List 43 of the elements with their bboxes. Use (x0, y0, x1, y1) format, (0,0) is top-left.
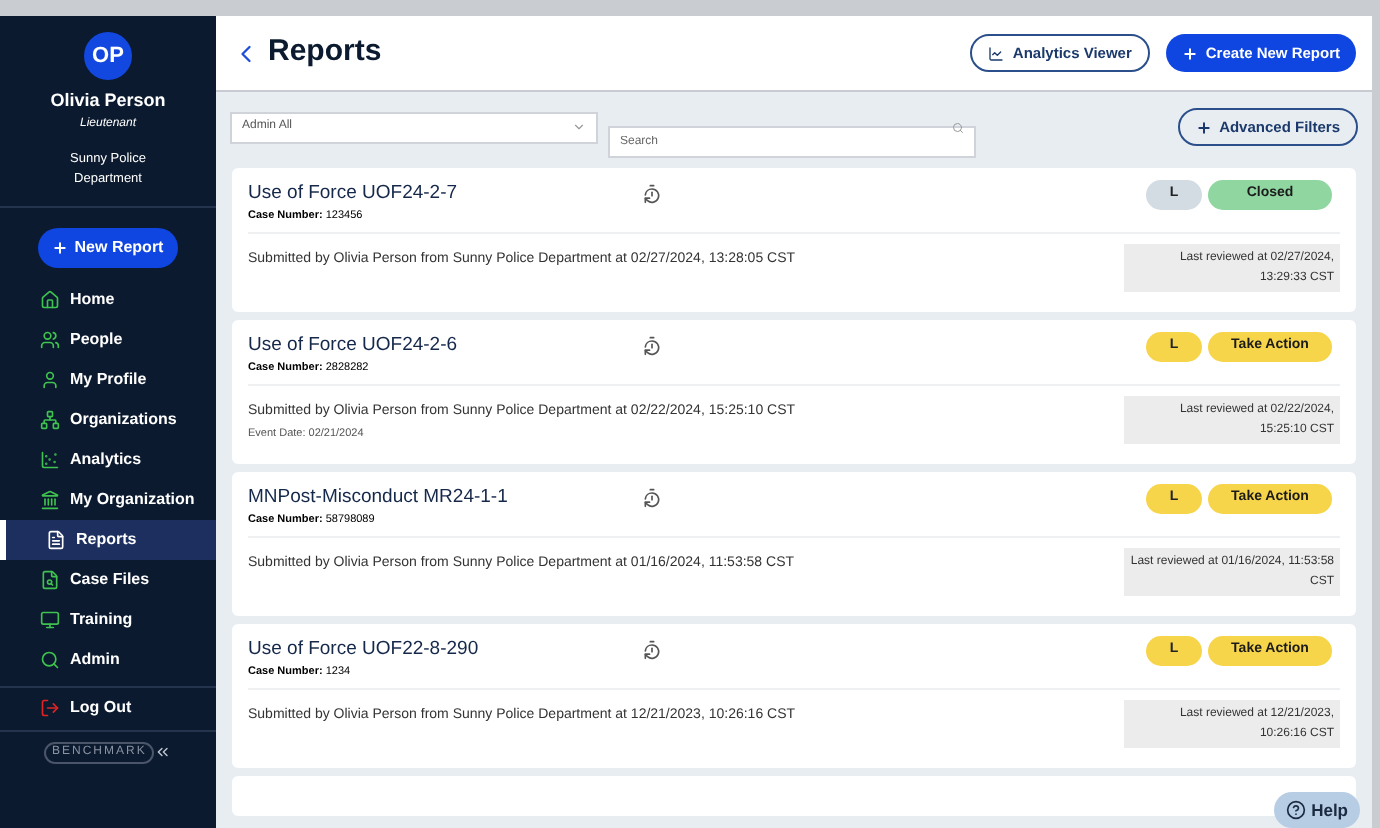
chevron-down-icon (572, 120, 586, 134)
nav-item[interactable]: People (0, 319, 216, 359)
nav-item[interactable]: Organizations (0, 399, 216, 439)
timer-icon (642, 640, 662, 660)
people-icon (40, 329, 60, 349)
nav-item[interactable]: Case Files (0, 559, 216, 599)
file-search-icon (40, 569, 60, 589)
plus-icon (52, 239, 69, 255)
timer-icon (642, 336, 662, 356)
plus-icon (1181, 45, 1198, 61)
plus-icon (1195, 119, 1212, 135)
house-icon (40, 289, 60, 309)
nav-item[interactable]: Admin (0, 639, 216, 679)
page-title: Reports (268, 32, 382, 73)
report-title: Use of Force UOF22-8-290 (248, 636, 481, 664)
help-icon (1285, 800, 1306, 820)
new-report-button[interactable]: New Report (38, 227, 178, 267)
nav-item[interactable]: Analytics (0, 439, 216, 479)
report-title: Use of Force UOF24-2-6 (248, 332, 460, 360)
logout-icon (40, 698, 60, 718)
nav-item[interactable]: My Organization (0, 479, 216, 519)
nav-item[interactable]: Reports (0, 519, 216, 559)
nav-item[interactable]: Training (0, 599, 216, 639)
monitor-icon (40, 609, 60, 629)
timer-icon (642, 488, 662, 508)
help-button[interactable]: Help (1273, 792, 1360, 828)
person-icon (40, 369, 60, 389)
timer-icon (642, 184, 662, 204)
report-card[interactable] (232, 320, 1356, 464)
bank-icon (40, 489, 60, 509)
search-icon (952, 121, 964, 133)
collapse-icon[interactable] (154, 742, 172, 762)
search-icon (40, 649, 60, 669)
chart-icon (40, 449, 60, 469)
report-title: MNPost-Misconduct MR24-1-1 (248, 484, 510, 512)
user-name: Olivia Person (50, 88, 166, 114)
avatar: OP (84, 32, 132, 80)
report-title: Use of Force UOF24-2-7 (248, 180, 460, 208)
nav-item[interactable]: My Profile (0, 359, 216, 399)
line-chart-icon (988, 45, 1005, 61)
hierarchy-icon (40, 409, 60, 429)
nav-item[interactable]: Home (0, 279, 216, 319)
document-icon (46, 529, 66, 549)
